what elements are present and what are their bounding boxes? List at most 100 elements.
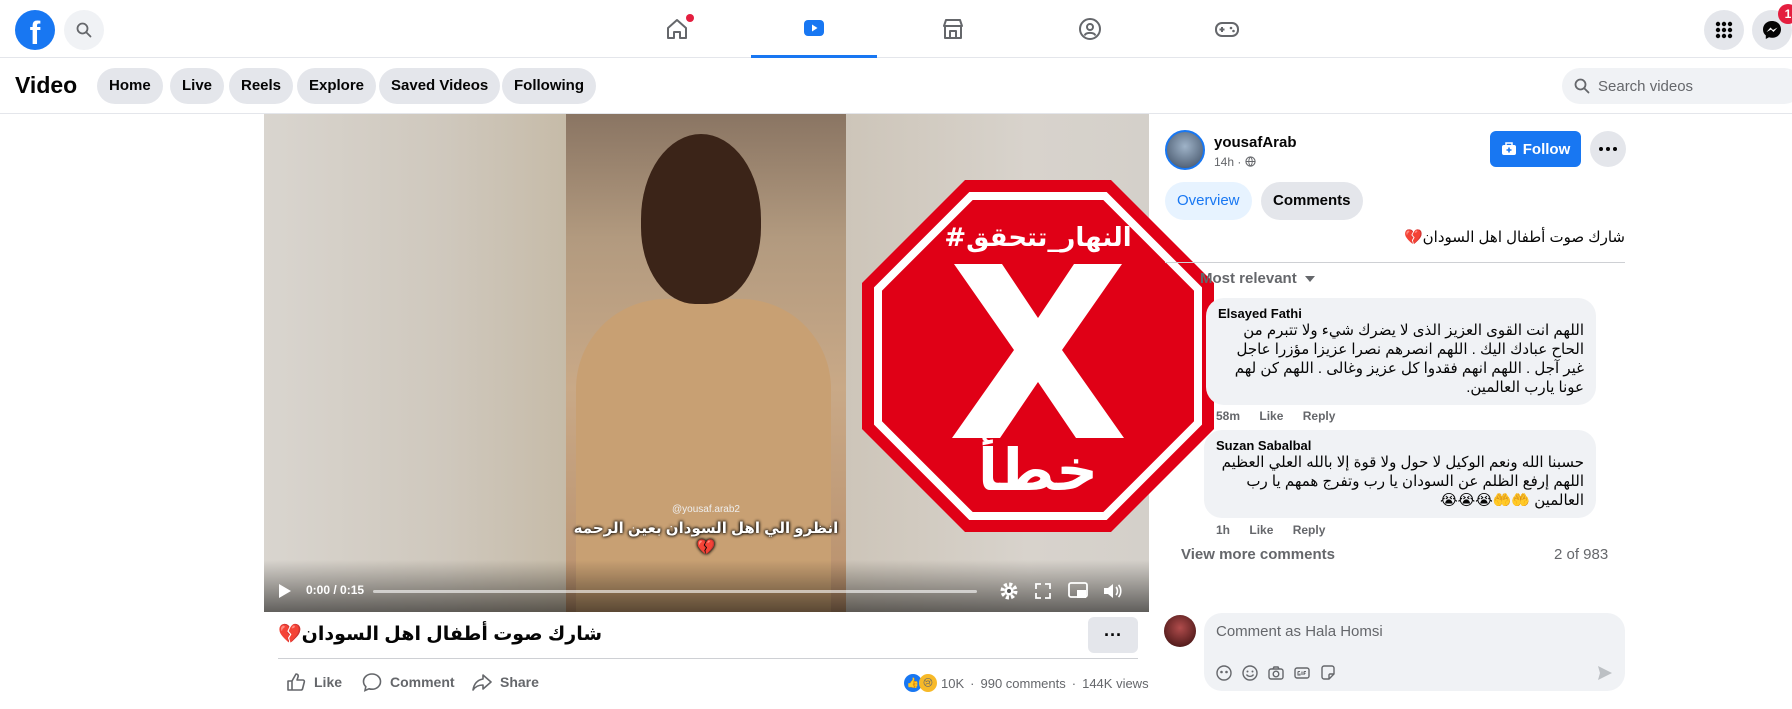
video-caption: انظرو الي اهل السودان بعين الرحمه💔	[573, 520, 839, 556]
share-label: Share	[500, 674, 539, 690]
fullscreen-button[interactable]	[1032, 580, 1054, 602]
post-stats: 👍 😢 10K · 990 comments · 144K views	[904, 674, 1149, 692]
comment-bubble: Suzan Sabalbal حسبنا الله ونعم الوكيل لا…	[1204, 430, 1596, 518]
notification-badge: 1	[1778, 4, 1792, 24]
video-nav-live[interactable]: Live	[170, 68, 225, 104]
current-user-avatar[interactable]	[1164, 615, 1196, 647]
globe-icon	[1245, 156, 1256, 167]
stat-separator: ·	[1071, 675, 1077, 691]
play-button[interactable]	[274, 580, 296, 602]
comment-time[interactable]: 1h	[1216, 523, 1230, 537]
sad-reaction-icon: 😢	[919, 674, 937, 692]
nav-tab-marketplace[interactable]	[890, 0, 1016, 58]
video-nav-home[interactable]: Home	[97, 68, 163, 104]
tab-comments[interactable]: Comments	[1261, 182, 1363, 220]
video-nav-following[interactable]: Following	[502, 68, 596, 104]
comment-author[interactable]: Elsayed Fathi	[1218, 306, 1584, 321]
video-nav-reels[interactable]: Reels	[229, 68, 294, 104]
comment-meta: 58m Like Reply	[1216, 409, 1351, 423]
like-label: Like	[314, 674, 343, 690]
post-description: شارك صوت أطفال اهل السودان💔	[1403, 229, 1625, 246]
fact-check-stamp: #النهار_تتحقق خطأ	[862, 180, 1214, 532]
play-icon	[279, 584, 291, 598]
playback-time: 0:00 / 0:15	[306, 583, 365, 597]
menu-grid-icon	[1715, 21, 1733, 39]
like-button[interactable]: Like	[286, 672, 342, 692]
caret-down-icon	[1304, 276, 1315, 282]
video-frame: @yousaf.arab2 انظرو الي اهل السودان بعين…	[566, 114, 846, 612]
progress-bar[interactable]	[373, 590, 977, 593]
avatar-sticker-icon[interactable]	[1216, 665, 1232, 681]
stamp-hashtag: #النهار_تتحقق	[944, 223, 1131, 253]
comment-count[interactable]: 990 comments	[980, 676, 1065, 691]
video-watermark: @yousaf.arab2	[672, 504, 740, 515]
comment-author[interactable]: Suzan Sabalbal	[1216, 438, 1584, 453]
comment-text: حسبنا الله ونعم الوكيل لا حول ولا قوة إل…	[1221, 454, 1584, 509]
gear-icon	[1000, 582, 1018, 600]
settings-button[interactable]	[998, 580, 1020, 602]
view-more-comments-link[interactable]: View more comments	[1181, 546, 1335, 563]
home-notification-dot	[686, 14, 694, 22]
author-avatar[interactable]	[1165, 130, 1205, 170]
stat-separator: ·	[970, 675, 975, 691]
share-button[interactable]: Share	[472, 672, 539, 692]
nav-tab-home[interactable]	[614, 0, 740, 58]
thumbs-up-icon	[287, 673, 306, 691]
follow-button[interactable]: Follow	[1490, 131, 1581, 167]
send-icon	[1598, 666, 1612, 680]
facebook-logo[interactable]: f	[15, 10, 55, 50]
search-videos-input[interactable]: Search videos	[1562, 68, 1792, 104]
sticker-icon[interactable]	[1320, 665, 1336, 681]
comment-reply-button[interactable]: Reply	[1303, 409, 1336, 423]
search-button[interactable]	[64, 10, 104, 50]
tab-overview[interactable]: Overview	[1165, 182, 1252, 220]
view-count: 144K views	[1082, 675, 1149, 691]
comment-placeholder: Comment as Hala Homsi	[1216, 623, 1383, 640]
comment-text: اللهم انت القوى العزيز الذى لا يضرك شيء …	[1234, 322, 1584, 396]
video-nav-explore[interactable]: Explore	[297, 68, 377, 104]
top-navigation-bar: f 1	[0, 0, 1792, 58]
nav-tab-video[interactable]	[751, 0, 877, 58]
comment-like-button[interactable]: Like	[1249, 523, 1273, 537]
groups-icon	[1079, 18, 1101, 40]
nav-tab-gaming[interactable]	[1164, 0, 1290, 58]
reaction-count[interactable]: 10K	[941, 676, 964, 691]
comment-time[interactable]: 58m	[1216, 409, 1240, 423]
search-placeholder: Search videos	[1598, 77, 1694, 95]
send-button[interactable]	[1597, 665, 1613, 686]
video-blur-left	[264, 114, 566, 612]
menu-button[interactable]	[1704, 10, 1744, 50]
expand-icon	[1035, 583, 1051, 599]
search-icon	[76, 22, 92, 38]
comment-bubble: Elsayed Fathi اللهم انت القوى العزيز الذ…	[1206, 298, 1596, 405]
comment-button[interactable]: Comment	[362, 672, 455, 692]
comment-label: Comment	[390, 674, 455, 690]
gif-icon[interactable]	[1294, 665, 1310, 681]
player-controls: 0:00 / 0:15	[264, 560, 1149, 612]
comment-sort-dropdown[interactable]: Most relevant	[1200, 270, 1315, 287]
divider	[1165, 262, 1625, 263]
share-icon	[472, 674, 492, 691]
comment-tools	[1216, 665, 1336, 681]
comment-reply-button[interactable]: Reply	[1293, 523, 1326, 537]
video-icon	[804, 19, 824, 36]
nav-tab-groups[interactable]	[1027, 0, 1153, 58]
emoji-icon[interactable]	[1242, 665, 1258, 681]
comment-count-indicator: 2 of 983	[1554, 546, 1609, 563]
video-nav-saved-videos[interactable]: Saved Videos	[379, 68, 501, 104]
picture-in-picture-icon	[1068, 582, 1088, 598]
volume-icon	[1104, 584, 1122, 598]
post-more-button[interactable]: ···	[1088, 617, 1138, 653]
pip-button[interactable]	[1067, 580, 1089, 602]
messenger-icon	[1763, 21, 1781, 39]
author-more-button[interactable]	[1590, 131, 1626, 167]
author-name[interactable]: yousafArab	[1214, 134, 1297, 151]
camera-icon[interactable]	[1268, 665, 1284, 681]
page-title: Video	[15, 72, 78, 98]
video-subject-head	[641, 134, 761, 304]
divider	[278, 658, 1138, 659]
comment-like-button[interactable]: Like	[1259, 409, 1283, 423]
comment-input[interactable]: Comment as Hala Homsi	[1204, 613, 1625, 691]
gaming-icon	[1215, 22, 1239, 37]
volume-button[interactable]	[1102, 580, 1124, 602]
